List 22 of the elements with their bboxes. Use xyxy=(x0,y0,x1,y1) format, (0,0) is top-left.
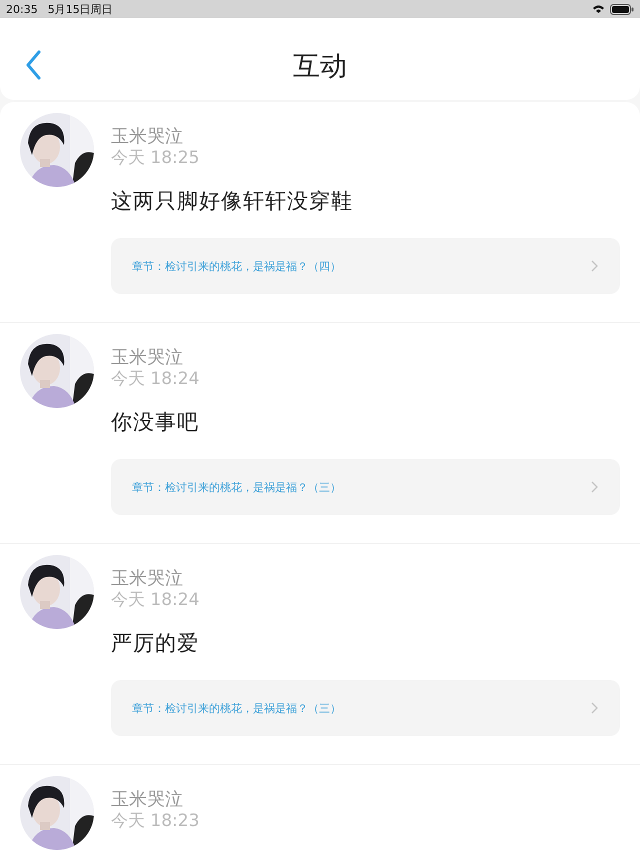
status-time: 20:35 xyxy=(6,2,38,16)
post-time: 今天 18:24 xyxy=(111,369,200,389)
comment-text: 这两只脚好像轩轩没穿鞋 xyxy=(111,188,354,215)
chevron-icon xyxy=(591,481,598,493)
status-date: 5月15日周日 xyxy=(48,2,113,16)
author-name: 玉米哭泣 xyxy=(111,126,184,148)
author-name: 玉米哭泣 xyxy=(111,568,184,590)
page-title: 互动 xyxy=(293,50,347,84)
chapter-link[interactable]: 章节：检讨引来的桃花，是祸是福？（三） xyxy=(111,680,620,736)
chevron-icon xyxy=(591,702,598,714)
author-name: 玉米哭泣 xyxy=(111,789,184,811)
wifi-icon xyxy=(593,5,604,13)
comment-text: 你没事吧 xyxy=(111,409,200,436)
author-name: 玉米哭泣 xyxy=(111,347,184,369)
chevron-icon xyxy=(591,260,598,272)
post-time: 今天 18:23 xyxy=(111,811,200,831)
comment-text: 严厉的爱 xyxy=(111,630,200,657)
chapter-link[interactable]: 章节：检讨引来的桃花，是祸是福？（三） xyxy=(111,459,620,515)
post-time: 今天 18:25 xyxy=(111,148,200,168)
battery-icon xyxy=(610,4,634,14)
chapter-link[interactable]: 章节：检讨引来的桃花，是祸是福？（四） xyxy=(111,238,620,294)
post-time: 今天 18:24 xyxy=(111,590,200,610)
